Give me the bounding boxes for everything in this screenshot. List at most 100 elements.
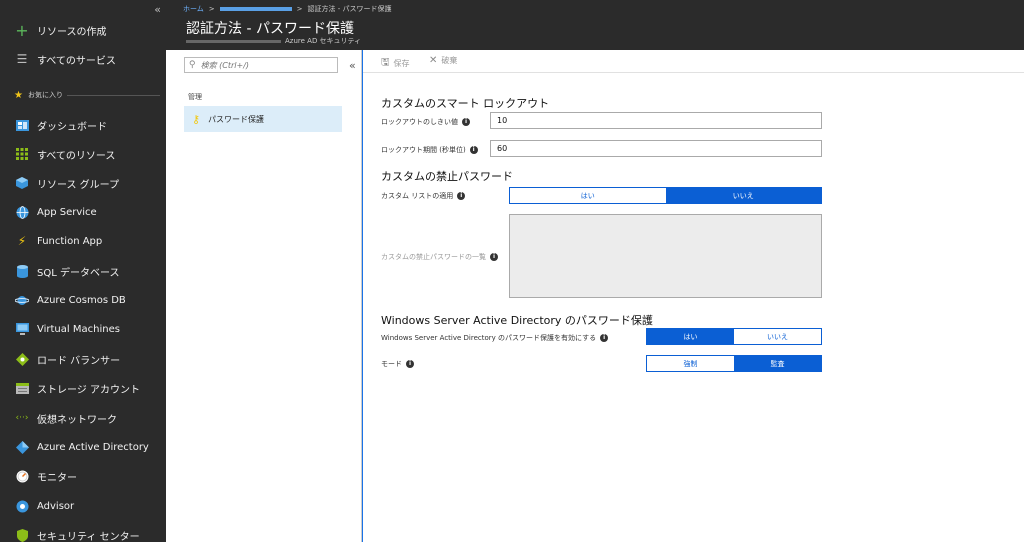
enforce-custom-list-text: カスタム リストの適用: [381, 192, 454, 200]
mode-toggle: 強制 監査: [646, 355, 822, 372]
info-icon[interactable]: i: [469, 146, 478, 154]
blade-menu: ⚲ « 管理 ⚷ パスワード保護: [166, 50, 362, 542]
banned-passwords-heading: カスタムの禁止パスワード: [381, 170, 513, 183]
network-icon: ‹··›: [15, 413, 29, 423]
database-icon: [14, 263, 30, 279]
sidebar-item-virtual-machines[interactable]: Virtual Machines: [0, 315, 166, 343]
sidebar-item-sql-database[interactable]: SQL データベース: [0, 257, 166, 285]
sidebar-item-virtual-network[interactable]: ‹··› 仮想ネットワーク: [0, 404, 166, 432]
cube-icon: [14, 175, 30, 191]
enforce-no-option[interactable]: いいえ: [665, 188, 821, 203]
toolbar: 🖫 保存 ✕ 破棄: [363, 50, 1024, 73]
sidebar-item-label: SQL データベース: [37, 267, 120, 279]
lockout-duration-label: ロックアウト期間 (秒単位) i: [381, 145, 478, 155]
enforce-custom-list-label: カスタム リストの適用 i: [381, 191, 466, 201]
favorites-separator: ★ お気に入り: [14, 89, 160, 101]
breadcrumb-separator: >: [208, 5, 215, 13]
lightning-icon: ⚡: [17, 234, 27, 248]
sidebar-item-storage-account[interactable]: ストレージ アカウント: [0, 374, 166, 402]
lockout-threshold-input[interactable]: [490, 112, 822, 129]
enable-yes-option[interactable]: はい: [647, 329, 734, 344]
mode-label: モード i: [381, 359, 414, 369]
globe-icon: [14, 204, 30, 220]
monitor-icon: [14, 321, 30, 337]
search-box[interactable]: ⚲: [184, 57, 338, 73]
sidebar-item-app-service[interactable]: App Service: [0, 198, 166, 226]
search-icon: ⚲: [189, 60, 196, 70]
key-icon: ⚷: [192, 112, 201, 126]
sidebar-item-monitor[interactable]: モニター: [0, 462, 166, 490]
page-subtitle: Azure AD セキュリティ: [186, 36, 361, 46]
sidebar-item-load-balancer[interactable]: ロード バランサー: [0, 345, 166, 373]
sidebar-item-label: リソース グループ: [37, 179, 120, 191]
sidebar-item-label: ロード バランサー: [37, 355, 121, 367]
favorites-label: お気に入り: [27, 91, 63, 99]
advisor-icon: [14, 498, 30, 514]
sidebar-item-all-resources[interactable]: すべてのリソース: [0, 140, 166, 168]
search-input[interactable]: [200, 60, 331, 70]
plus-icon: +: [15, 20, 29, 40]
smart-lockout-heading: カスタムのスマート ロックアウト: [381, 97, 550, 110]
sidebar-item-function-app[interactable]: ⚡ Function App: [0, 227, 166, 255]
info-icon[interactable]: i: [457, 192, 466, 200]
banned-list-text: カスタムの禁止パスワードの一覧: [381, 253, 486, 261]
close-icon: ✕: [429, 55, 438, 66]
sidebar-item-azure-active-directory[interactable]: Azure Active Directory: [0, 433, 166, 461]
collapse-nav-button[interactable]: «: [154, 3, 161, 16]
enforce-custom-list-toggle: はい いいえ: [509, 187, 822, 204]
mode-audit-option[interactable]: 監査: [734, 356, 821, 371]
sidebar-item-resource-groups[interactable]: リソース グループ: [0, 169, 166, 197]
sidebar-item-dashboard[interactable]: ダッシュボード: [0, 111, 166, 139]
breadcrumb-home-link[interactable]: ホーム: [183, 4, 204, 14]
sidebar-item-advisor[interactable]: Advisor: [0, 492, 166, 520]
enforce-yes-option[interactable]: はい: [510, 188, 666, 203]
mode-text: モード: [381, 360, 402, 368]
menu-item-label: パスワード保護: [208, 114, 265, 124]
all-services-button[interactable]: ☰ すべてのサービス: [0, 45, 166, 73]
collapse-blade-button[interactable]: «: [349, 59, 356, 72]
create-resource-button[interactable]: + リソースの作成: [0, 16, 166, 44]
lockout-duration-input[interactable]: [490, 140, 822, 157]
info-icon[interactable]: i: [600, 334, 609, 342]
discard-button[interactable]: ✕ 破棄: [429, 55, 457, 66]
mode-enforced-option[interactable]: 強制: [647, 356, 734, 371]
planet-icon: [14, 292, 30, 308]
windows-ad-heading: Windows Server Active Directory のパスワード保護: [381, 314, 653, 327]
banned-list-label: カスタムの禁止パスワードの一覧 i: [381, 252, 498, 262]
save-button[interactable]: 🖫 保存: [381, 55, 410, 72]
enable-windows-ad-text: Windows Server Active Directory のパスワード保護…: [381, 334, 597, 342]
redacted-breadcrumb-link[interactable]: [219, 7, 292, 11]
diamond-icon: [14, 351, 30, 367]
sidebar-item-label: ダッシュボード: [37, 121, 107, 133]
sidebar-item-label: Function App: [37, 235, 103, 247]
info-icon[interactable]: i: [462, 118, 470, 126]
left-nav: « + リソースの作成 ☰ すべてのサービス ★ お気に入り ダッシュボード す…: [0, 0, 166, 542]
menu-item-password-protection[interactable]: ⚷ パスワード保護: [184, 106, 342, 132]
save-label: 保存: [393, 59, 410, 68]
sidebar-item-cosmos-db[interactable]: Azure Cosmos DB: [0, 286, 166, 314]
page-title: 認証方法 - パスワード保護: [186, 21, 354, 37]
star-icon: ★: [14, 89, 23, 101]
enable-no-option[interactable]: いいえ: [734, 329, 821, 344]
breadcrumb-separator: >: [296, 5, 303, 13]
sidebar-item-label: Advisor: [37, 500, 75, 512]
info-icon[interactable]: i: [490, 253, 498, 261]
banned-password-list-textarea[interactable]: [509, 214, 822, 298]
sidebar-item-label: セキュリティ センター: [37, 531, 140, 542]
sidebar-item-label: 仮想ネットワーク: [37, 414, 117, 426]
page-subtitle-text: Azure AD セキュリティ: [285, 37, 362, 45]
enable-windows-ad-toggle: はい いいえ: [646, 328, 822, 345]
sidebar-item-label: Virtual Machines: [37, 323, 120, 335]
shield-icon: [14, 527, 30, 542]
save-icon: 🖫: [381, 57, 390, 68]
storage-icon: [14, 380, 30, 396]
divider: [66, 94, 160, 96]
sidebar-item-security-center[interactable]: セキュリティ センター: [0, 521, 166, 542]
info-icon[interactable]: i: [406, 360, 414, 368]
enable-windows-ad-label: Windows Server Active Directory のパスワード保護…: [381, 333, 609, 343]
lockout-threshold-text: ロックアウトのしきい値: [381, 118, 458, 126]
redacted-tenant-name: [186, 39, 281, 43]
lockout-duration-text: ロックアウト期間 (秒単位): [381, 146, 466, 154]
breadcrumb-current: 認証方法 - パスワード保護: [307, 5, 392, 13]
sidebar-item-label: ストレージ アカウント: [37, 384, 140, 396]
